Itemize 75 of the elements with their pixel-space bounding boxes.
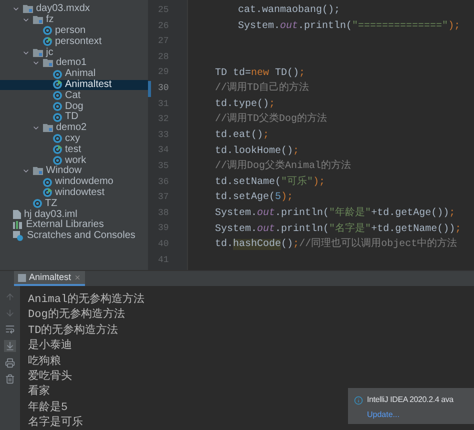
code-line: td.setName("可乐"); — [215, 174, 326, 190]
libraries-icon — [13, 221, 23, 230]
runnable-class-icon — [53, 145, 62, 154]
class-icon — [43, 26, 52, 36]
code-line: cat.wanmaobang(); — [238, 4, 340, 18]
line-number: 30 — [148, 80, 169, 97]
folder-icon — [33, 48, 43, 57]
run-tab[interactable]: Animaltest — [14, 271, 86, 286]
run-config-icon — [18, 274, 26, 282]
tree-item[interactable]: Scratches and Consoles — [0, 230, 148, 242]
folder-icon — [43, 59, 53, 68]
console-line: TD的无参构造方法 — [28, 324, 118, 339]
print-icon[interactable] — [5, 358, 15, 368]
code-line: //调用Dog父类Animal的方法 — [215, 159, 352, 174]
tree-item[interactable]: jc — [0, 47, 148, 58]
code-line: td.lookHome(); — [215, 144, 300, 159]
code-line: //调用TD自己的方法 — [215, 81, 310, 96]
tree-item[interactable]: Window — [0, 166, 148, 177]
tree-item[interactable]: hj day03.iml — [0, 209, 148, 220]
folder-icon — [33, 16, 43, 24]
scratches-icon — [13, 231, 24, 242]
soft-wrap-icon[interactable] — [5, 324, 15, 334]
code-line: //调用TD父类Dog的方法 — [215, 112, 328, 128]
tree-item[interactable]: demo1 — [0, 58, 148, 69]
code-line: System.out.println("年龄是"+td.getAge()); — [215, 206, 456, 222]
trash-icon[interactable] — [5, 374, 15, 384]
code-line: System.out.println("名字是"+td.getName()); — [215, 222, 462, 237]
code-line: td.hashCode();//同理也可以调用object中的方法 — [215, 237, 458, 252]
console-line: 年龄是5 — [28, 400, 68, 416]
folder-icon — [33, 167, 43, 176]
code-line: TD td=new TD(); — [215, 66, 306, 81]
code-line: td.setAge(5); — [215, 190, 294, 206]
class-icon — [53, 70, 62, 79]
tree-item[interactable]: demo2 — [0, 122, 148, 134]
tree-item[interactable]: Cat — [0, 90, 148, 102]
close-icon[interactable] — [74, 274, 82, 281]
tree-item[interactable]: day03.mxdx — [0, 4, 148, 15]
code-line: System.out.println("=============="); — [238, 20, 460, 34]
console-line: 爱吃骨头 — [28, 370, 72, 384]
runnable-class-icon — [53, 80, 62, 90]
class-icon — [43, 178, 52, 187]
console-line: 名字是可乐 — [28, 416, 83, 430]
update-link[interactable]: Update... — [354, 409, 400, 421]
code-line: td.type(); — [215, 98, 276, 112]
info-icon — [354, 396, 363, 404]
class-icon — [53, 156, 62, 166]
tree-item[interactable]: test — [0, 144, 148, 156]
file-icon — [13, 210, 21, 220]
code-line: td.eat(); — [215, 128, 270, 144]
tree-item[interactable]: Animal — [0, 68, 148, 80]
tree-item[interactable]: Dog — [0, 101, 148, 112]
notification-title: IntelliJ IDEA 2020.2.4 ava — [367, 394, 454, 406]
console-line: Animal的无参构造方法 — [28, 293, 145, 308]
class-icon — [33, 199, 42, 208]
class-icon — [53, 134, 62, 144]
console-line: Dog的无参构造方法 — [28, 308, 125, 324]
tree-item[interactable]: fz — [0, 14, 148, 26]
tree-item[interactable]: TD — [0, 112, 148, 123]
console-line: 看家 — [28, 385, 50, 400]
tree-item[interactable]: cxy — [0, 134, 148, 144]
tree-item[interactable]: TZ — [0, 198, 148, 210]
tree-item[interactable]: windowtest — [0, 188, 148, 198]
tree-item[interactable]: External Libraries — [0, 220, 148, 231]
tree-item[interactable]: Animaltest — [0, 80, 148, 90]
console-line: 吃狗粮 — [28, 354, 61, 370]
tree-item[interactable]: persontext — [0, 36, 148, 48]
scroll-to-end-icon[interactable] — [4, 340, 16, 352]
tree-item[interactable]: person — [0, 26, 148, 36]
tree-item[interactable]: work — [0, 155, 148, 166]
runnable-class-icon — [43, 188, 52, 198]
console-line: 是小泰迪 — [28, 339, 72, 354]
runnable-class-icon — [43, 37, 52, 46]
folder-icon — [43, 124, 53, 132]
tree-item[interactable]: windowdemo — [0, 176, 148, 188]
folder-icon — [23, 5, 33, 14]
